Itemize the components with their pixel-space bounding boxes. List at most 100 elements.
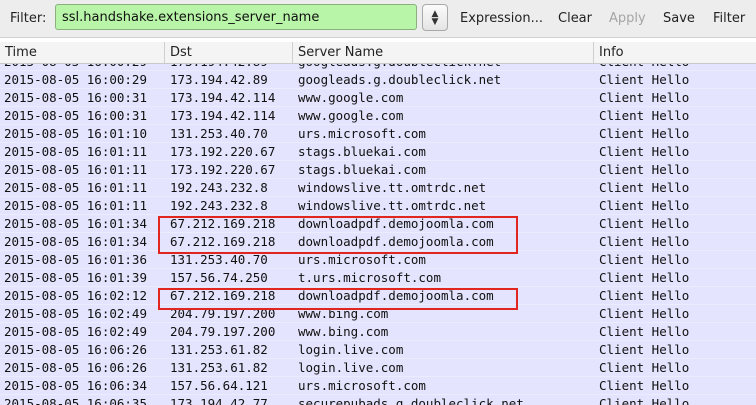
column-header-time[interactable]: Time — [0, 42, 165, 63]
apply-button[interactable]: Apply — [609, 11, 646, 26]
packet-list-header: Time Dst Server Name Info — [0, 42, 756, 64]
dst-cell: 157.56.64.121 — [170, 378, 268, 393]
time-cell: 2015-08-05 16:06:26 — [4, 360, 147, 375]
time-cell: 2015-08-05 16:01:11 — [4, 144, 147, 159]
dst-cell: 173.194.42.77 — [170, 396, 268, 405]
time-cell: 2015-08-05 16:01:34 — [4, 216, 147, 231]
server-name-cell: www.bing.com — [298, 324, 389, 339]
time-cell: 2015-08-05 16:06:26 — [4, 342, 147, 357]
server-name-cell: login.live.com — [298, 342, 404, 357]
info-cell: Client Hello — [599, 126, 690, 141]
dst-cell: 173.194.42.89 — [170, 64, 268, 70]
filter-button[interactable]: Filter — [713, 11, 745, 26]
table-row[interactable]: 2015-08-05 16:01:10 131.253.40.70 urs.micr… — [0, 125, 756, 143]
info-cell: Client Hello — [599, 72, 690, 87]
server-name-cell: urs.microsoft.com — [298, 126, 426, 141]
info-cell: Client Hello — [599, 144, 690, 159]
info-cell: Client Hello — [599, 270, 690, 285]
column-header-dst[interactable]: Dst — [165, 42, 293, 63]
server-name-cell: www.google.com — [298, 108, 404, 123]
info-cell: Client Hello — [599, 306, 690, 321]
filter-history-dropdown[interactable]: ▲ ▼ — [422, 4, 448, 31]
dst-cell: 192.243.232.8 — [170, 198, 268, 213]
info-cell: Client Hello — [599, 378, 690, 393]
server-name-cell: login.live.com — [298, 360, 404, 375]
column-header-server-name[interactable]: Server Name — [293, 42, 594, 63]
expression-button[interactable]: Expression... — [460, 11, 543, 26]
table-row[interactable]: 2015-08-05 16:01:39 157.56.74.250 t.urs.mi… — [0, 269, 756, 287]
display-filter-input[interactable]: ssl.handshake.extensions_server_name — [55, 4, 417, 30]
table-row[interactable]: 2015-08-05 16:00:29 173.194.42.89 googlead… — [0, 64, 756, 71]
time-cell: 2015-08-05 16:01:36 — [4, 252, 147, 267]
time-cell: 2015-08-05 16:02:49 — [4, 306, 147, 321]
server-name-cell: securepubads.g.doubleclick.net — [298, 396, 524, 405]
time-cell: 2015-08-05 16:00:31 — [4, 90, 147, 105]
dst-cell: 173.192.220.67 — [170, 144, 276, 159]
time-cell: 2015-08-05 16:00:31 — [4, 108, 147, 123]
info-cell: Client Hello — [599, 324, 690, 339]
table-row[interactable]: 2015-08-05 16:06:26 131.253.61.82 login.li… — [0, 359, 756, 377]
table-row[interactable]: 2015-08-05 16:06:34 157.56.64.121 urs.micr… — [0, 377, 756, 395]
time-cell: 2015-08-05 16:01:11 — [4, 162, 147, 177]
time-cell: 2015-08-05 16:01:11 — [4, 198, 147, 213]
clear-button[interactable]: Clear — [558, 11, 592, 26]
dst-cell: 192.243.232.8 — [170, 180, 268, 195]
info-cell: Client Hello — [599, 288, 690, 303]
time-cell: 2015-08-05 16:06:35 — [4, 396, 147, 405]
info-cell: Client Hello — [599, 234, 690, 249]
table-row[interactable]: 2015-08-05 16:00:31 173.194.42.114 www.goo… — [0, 107, 756, 125]
info-cell: Client Hello — [599, 162, 690, 177]
time-cell: 2015-08-05 16:00:29 — [4, 72, 147, 87]
dst-cell: 157.56.74.250 — [170, 270, 268, 285]
table-row[interactable]: 2015-08-05 16:00:29 173.194.42.89 googlead… — [0, 71, 756, 89]
dst-cell: 204.79.197.200 — [170, 324, 276, 339]
info-cell: Client Hello — [599, 198, 690, 213]
table-row[interactable]: 2015-08-05 16:01:11 192.243.232.8 windowsl… — [0, 179, 756, 197]
column-header-info[interactable]: Info — [594, 42, 756, 63]
info-cell: Client Hello — [599, 396, 690, 405]
dst-cell: 173.192.220.67 — [170, 162, 276, 177]
server-name-cell: googleads.g.doubleclick.net — [298, 72, 502, 87]
server-name-cell: www.google.com — [298, 90, 404, 105]
packet-list[interactable]: 2015-08-05 16:00:29 173.194.42.89 googlead… — [0, 64, 756, 405]
time-cell: 2015-08-05 16:02:49 — [4, 324, 147, 339]
time-cell: 2015-08-05 16:01:34 — [4, 234, 147, 249]
server-name-cell: stags.bluekai.com — [298, 144, 426, 159]
table-row[interactable]: 2015-08-05 16:00:31 173.194.42.114 www.goo… — [0, 89, 756, 107]
info-cell: Client Hello — [599, 216, 690, 231]
dst-cell: 131.253.61.82 — [170, 360, 268, 375]
info-cell: Client Hello — [599, 342, 690, 357]
info-cell: Client Hello — [599, 108, 690, 123]
info-cell: Client Hello — [599, 90, 690, 105]
dst-cell: 131.253.61.82 — [170, 342, 268, 357]
time-cell: 2015-08-05 16:06:34 — [4, 378, 147, 393]
server-name-cell: googleads.g.doubleclick.net — [298, 64, 501, 70]
dst-cell: 173.194.42.89 — [170, 72, 268, 87]
highlight-box — [158, 216, 518, 254]
dst-cell: 173.194.42.114 — [170, 108, 276, 123]
server-name-cell: windowslive.tt.omtrdc.net — [298, 180, 487, 195]
dst-cell: 131.253.40.70 — [170, 126, 268, 141]
time-cell: 2015-08-05 16:02:12 — [4, 288, 147, 303]
info-cell: Client Hello — [599, 180, 690, 195]
server-name-cell: stags.bluekai.com — [298, 162, 426, 177]
table-row[interactable]: 2015-08-05 16:02:49 204.79.197.200 www.bin… — [0, 323, 756, 341]
info-cell: Client Hello — [599, 252, 690, 267]
table-row[interactable]: 2015-08-05 16:01:11 173.192.220.67 stags.b… — [0, 161, 756, 179]
table-row[interactable]: 2015-08-05 16:01:11 192.243.232.8 windowsl… — [0, 197, 756, 215]
chevron-down-icon: ▼ — [431, 17, 439, 27]
table-row[interactable]: 2015-08-05 16:06:35 173.194.42.77 securepu… — [0, 395, 756, 405]
time-cell: 2015-08-05 16:01:11 — [4, 180, 147, 195]
dst-cell: 173.194.42.114 — [170, 90, 276, 105]
save-button[interactable]: Save — [663, 11, 695, 26]
time-cell: 2015-08-05 16:00:29 — [4, 64, 147, 70]
server-name-cell: t.urs.microsoft.com — [298, 270, 441, 285]
time-cell: 2015-08-05 16:01:39 — [4, 270, 147, 285]
table-row[interactable]: 2015-08-05 16:06:26 131.253.61.82 login.li… — [0, 341, 756, 359]
filter-label: Filter: — [10, 11, 47, 26]
time-cell: 2015-08-05 16:01:10 — [4, 126, 147, 141]
info-cell: Client Hello — [599, 360, 690, 375]
display-filter-toolbar: Filter: ssl.handshake.extensions_server_… — [0, 0, 756, 38]
server-name-cell: urs.microsoft.com — [298, 378, 426, 393]
table-row[interactable]: 2015-08-05 16:01:11 173.192.220.67 stags.b… — [0, 143, 756, 161]
